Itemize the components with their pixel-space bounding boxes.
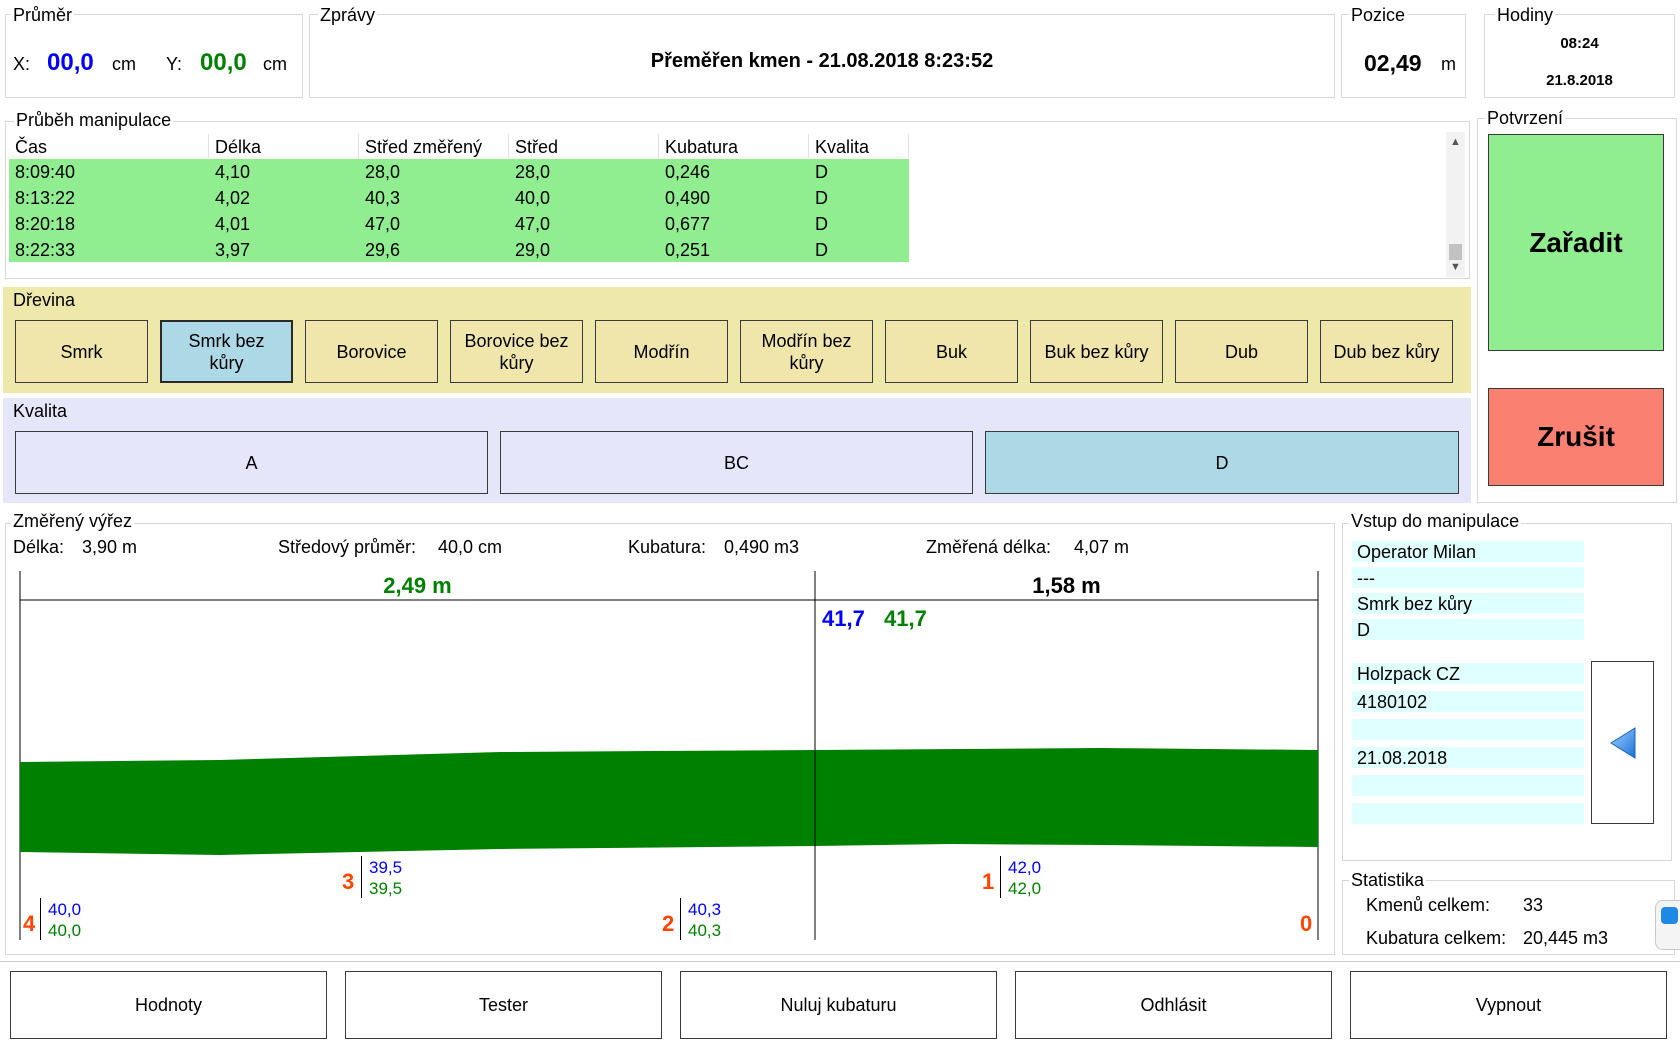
- vstup-empty-field: [1352, 775, 1584, 796]
- vstup-operator-field: Operator Milan: [1352, 541, 1584, 562]
- log-top-blue: 41,7: [822, 606, 865, 631]
- marker-2-number: 2: [662, 911, 675, 936]
- vstup-company-field: Holzpack CZ: [1352, 663, 1584, 684]
- marker-3-blue: 39,5: [369, 858, 403, 877]
- marker-1-blue: 42,0: [1008, 858, 1042, 877]
- vstup-species-field: Smrk bez kůry: [1352, 593, 1584, 614]
- log-left-length: 2,49 m: [383, 573, 452, 598]
- marker-2-tick: [680, 898, 681, 940]
- log-shape: [20, 748, 1318, 855]
- marker-2-green: 40,3: [688, 921, 722, 940]
- vstup-quality-field: D: [1352, 619, 1584, 640]
- stat-kub-value: 20,445 m3: [1523, 928, 1609, 948]
- statistika-title: Statistika: [1349, 870, 1427, 890]
- stat-kub-label: Kubatura celkem:: [1366, 928, 1507, 948]
- vstup-empty-field: [1352, 719, 1584, 740]
- vstup-title: Vstup do manipulace: [1349, 511, 1522, 531]
- marker-3-green: 39,5: [369, 879, 403, 898]
- arrow-left-icon: [1609, 726, 1635, 759]
- marker-1-tick: [1000, 856, 1001, 898]
- marker-4-number: 4: [23, 911, 36, 936]
- marker-1-green: 42,0: [1008, 879, 1042, 898]
- log-right-length: 1,58 m: [1032, 573, 1101, 598]
- stat-kmenu-label: Kmenů celkem:: [1366, 895, 1491, 915]
- vypnout-button[interactable]: Vypnout: [1350, 971, 1667, 1039]
- remote-support-icon[interactable]: [1655, 900, 1680, 950]
- hodnoty-button[interactable]: Hodnoty: [10, 971, 327, 1039]
- odhlasit-button[interactable]: Odhlásit: [1015, 971, 1332, 1039]
- marker-4-blue: 40,0: [48, 900, 82, 919]
- marker-1-number: 1: [982, 869, 995, 894]
- stat-kmenu-value: 33: [1523, 895, 1544, 915]
- vstup-field-2: ---: [1352, 567, 1584, 588]
- marker-3-tick: [361, 856, 362, 898]
- nuluj-kubaturu-button[interactable]: Nuluj kubaturu: [680, 971, 997, 1039]
- marker-0-number: 0: [1300, 911, 1313, 936]
- vstup-empty-field: [1352, 803, 1584, 824]
- vstup-number-field: 4180102: [1352, 691, 1584, 712]
- marker-2-blue: 40,3: [688, 900, 722, 919]
- marker-3-number: 3: [342, 869, 355, 894]
- marker-4-green: 40,0: [48, 921, 82, 940]
- tester-button[interactable]: Tester: [345, 971, 662, 1039]
- vstup-date-field: 21.08.2018: [1352, 747, 1584, 768]
- marker-4-tick: [40, 898, 41, 940]
- vstup-collapse-button[interactable]: [1591, 661, 1654, 824]
- log-top-green: 41,7: [884, 606, 927, 631]
